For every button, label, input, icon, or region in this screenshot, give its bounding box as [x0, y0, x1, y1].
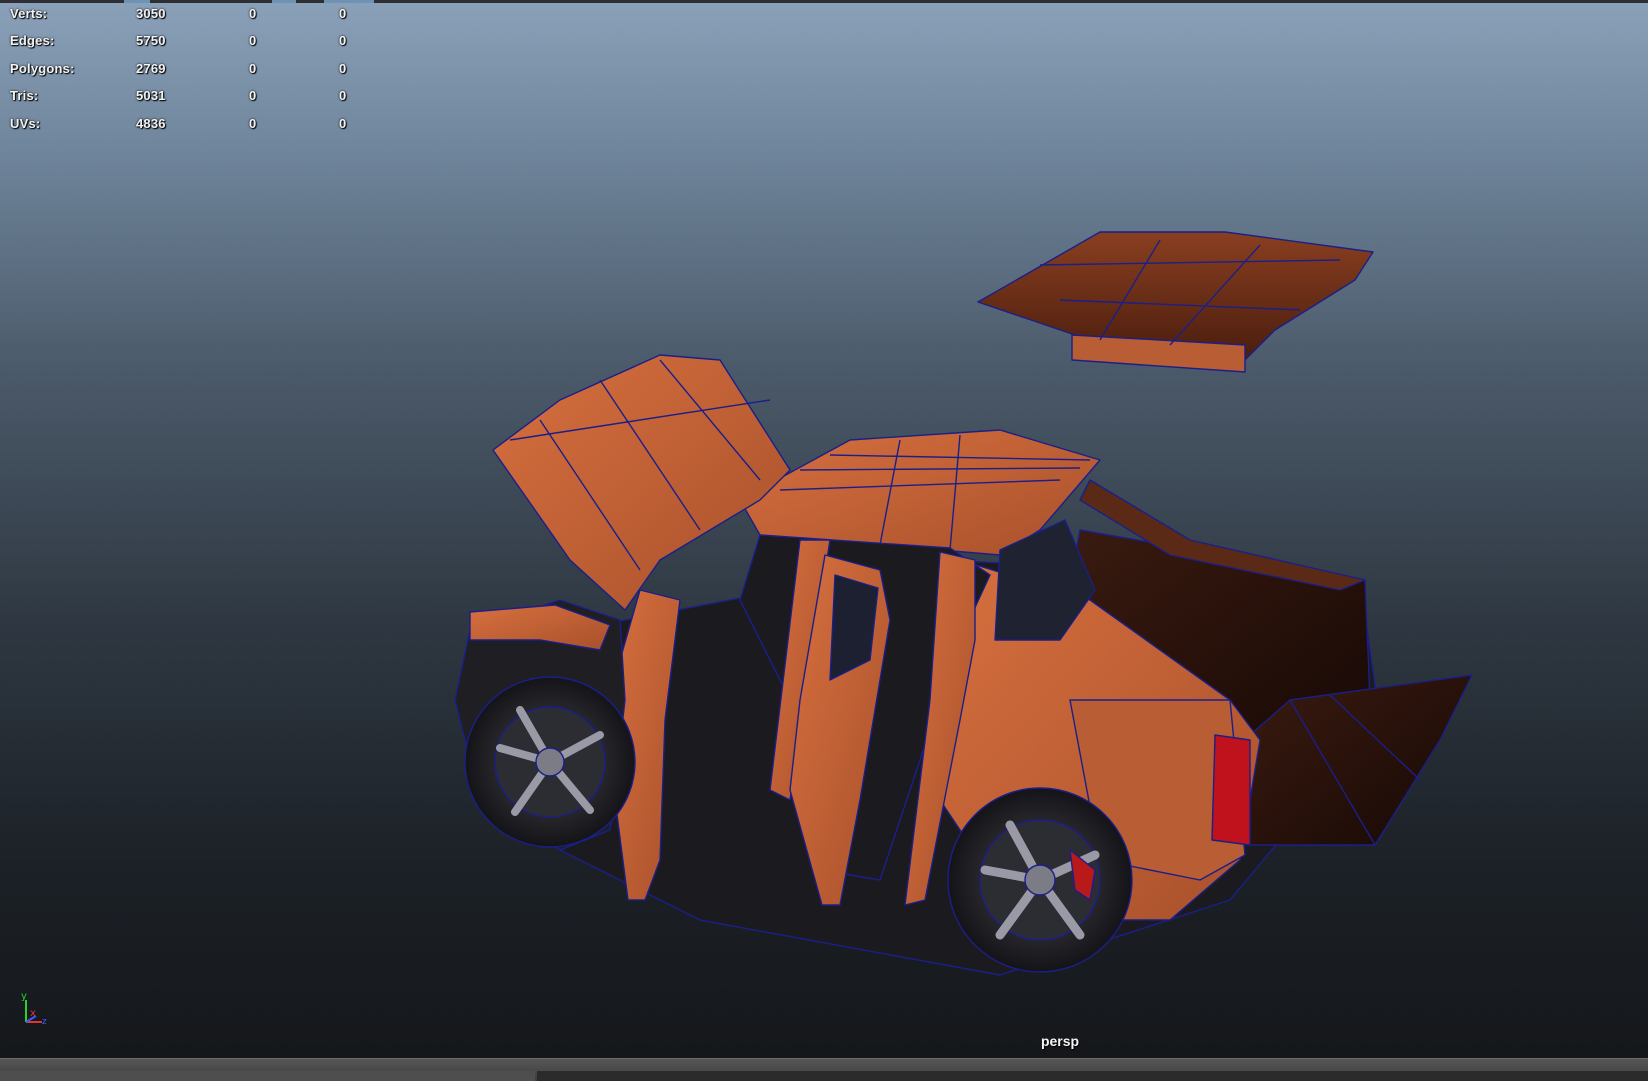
- stat-selected-value: 0: [249, 6, 257, 21]
- stat-component-value: 0: [339, 88, 347, 103]
- stat-component-value: 0: [339, 33, 347, 48]
- axis-x-label: x: [30, 1008, 36, 1019]
- stat-row-edges: Edges: 5750 0 0: [0, 33, 380, 53]
- stat-object-value: 2769: [136, 61, 166, 76]
- camera-name: persp: [1040, 1033, 1080, 1049]
- stat-label: Verts:: [10, 6, 48, 21]
- front-wheel: [464, 676, 636, 848]
- stat-object-value: 5031: [136, 88, 166, 103]
- stat-selected-value: 0: [249, 61, 257, 76]
- view-axis-indicator: y x z: [18, 990, 52, 1028]
- stat-selected-value: 0: [249, 33, 257, 48]
- stat-component-value: 0: [339, 6, 347, 21]
- viewport-bottom-scrollbar[interactable]: [0, 1058, 1648, 1081]
- camera-name-label: persp: [0, 1033, 1648, 1049]
- axis-z-label: z: [42, 1017, 47, 1027]
- hood-open: [492, 354, 791, 611]
- stat-selected-value: 0: [249, 88, 257, 103]
- stat-label: Edges:: [10, 33, 55, 48]
- pickup-truck-model[interactable]: [454, 231, 1473, 976]
- stat-component-value: 0: [339, 61, 347, 76]
- axis-y-label: y: [21, 991, 27, 1002]
- rear-wheel: [947, 787, 1133, 973]
- stat-row-tris: Tris: 5031 0 0: [0, 88, 380, 108]
- stat-row-uvs: UVs: 4836 0 0: [0, 116, 380, 136]
- perspective-viewport[interactable]: [0, 0, 1648, 1080]
- axis-gizmo-icon: y x z: [21, 991, 47, 1027]
- stat-row-verts: Verts: 3050 0 0: [0, 6, 380, 26]
- stat-selected-value: 0: [249, 116, 257, 131]
- stat-object-value: 4836: [136, 116, 166, 131]
- stat-component-value: 0: [339, 116, 347, 131]
- taillight: [1211, 734, 1251, 846]
- stat-label: UVs:: [10, 116, 41, 131]
- stat-object-value: 3050: [136, 6, 166, 21]
- stat-label: Tris:: [10, 88, 39, 103]
- stat-label: Polygons:: [10, 61, 75, 76]
- stat-row-polygons: Polygons: 2769 0 0: [0, 61, 380, 81]
- stat-object-value: 5750: [136, 33, 166, 48]
